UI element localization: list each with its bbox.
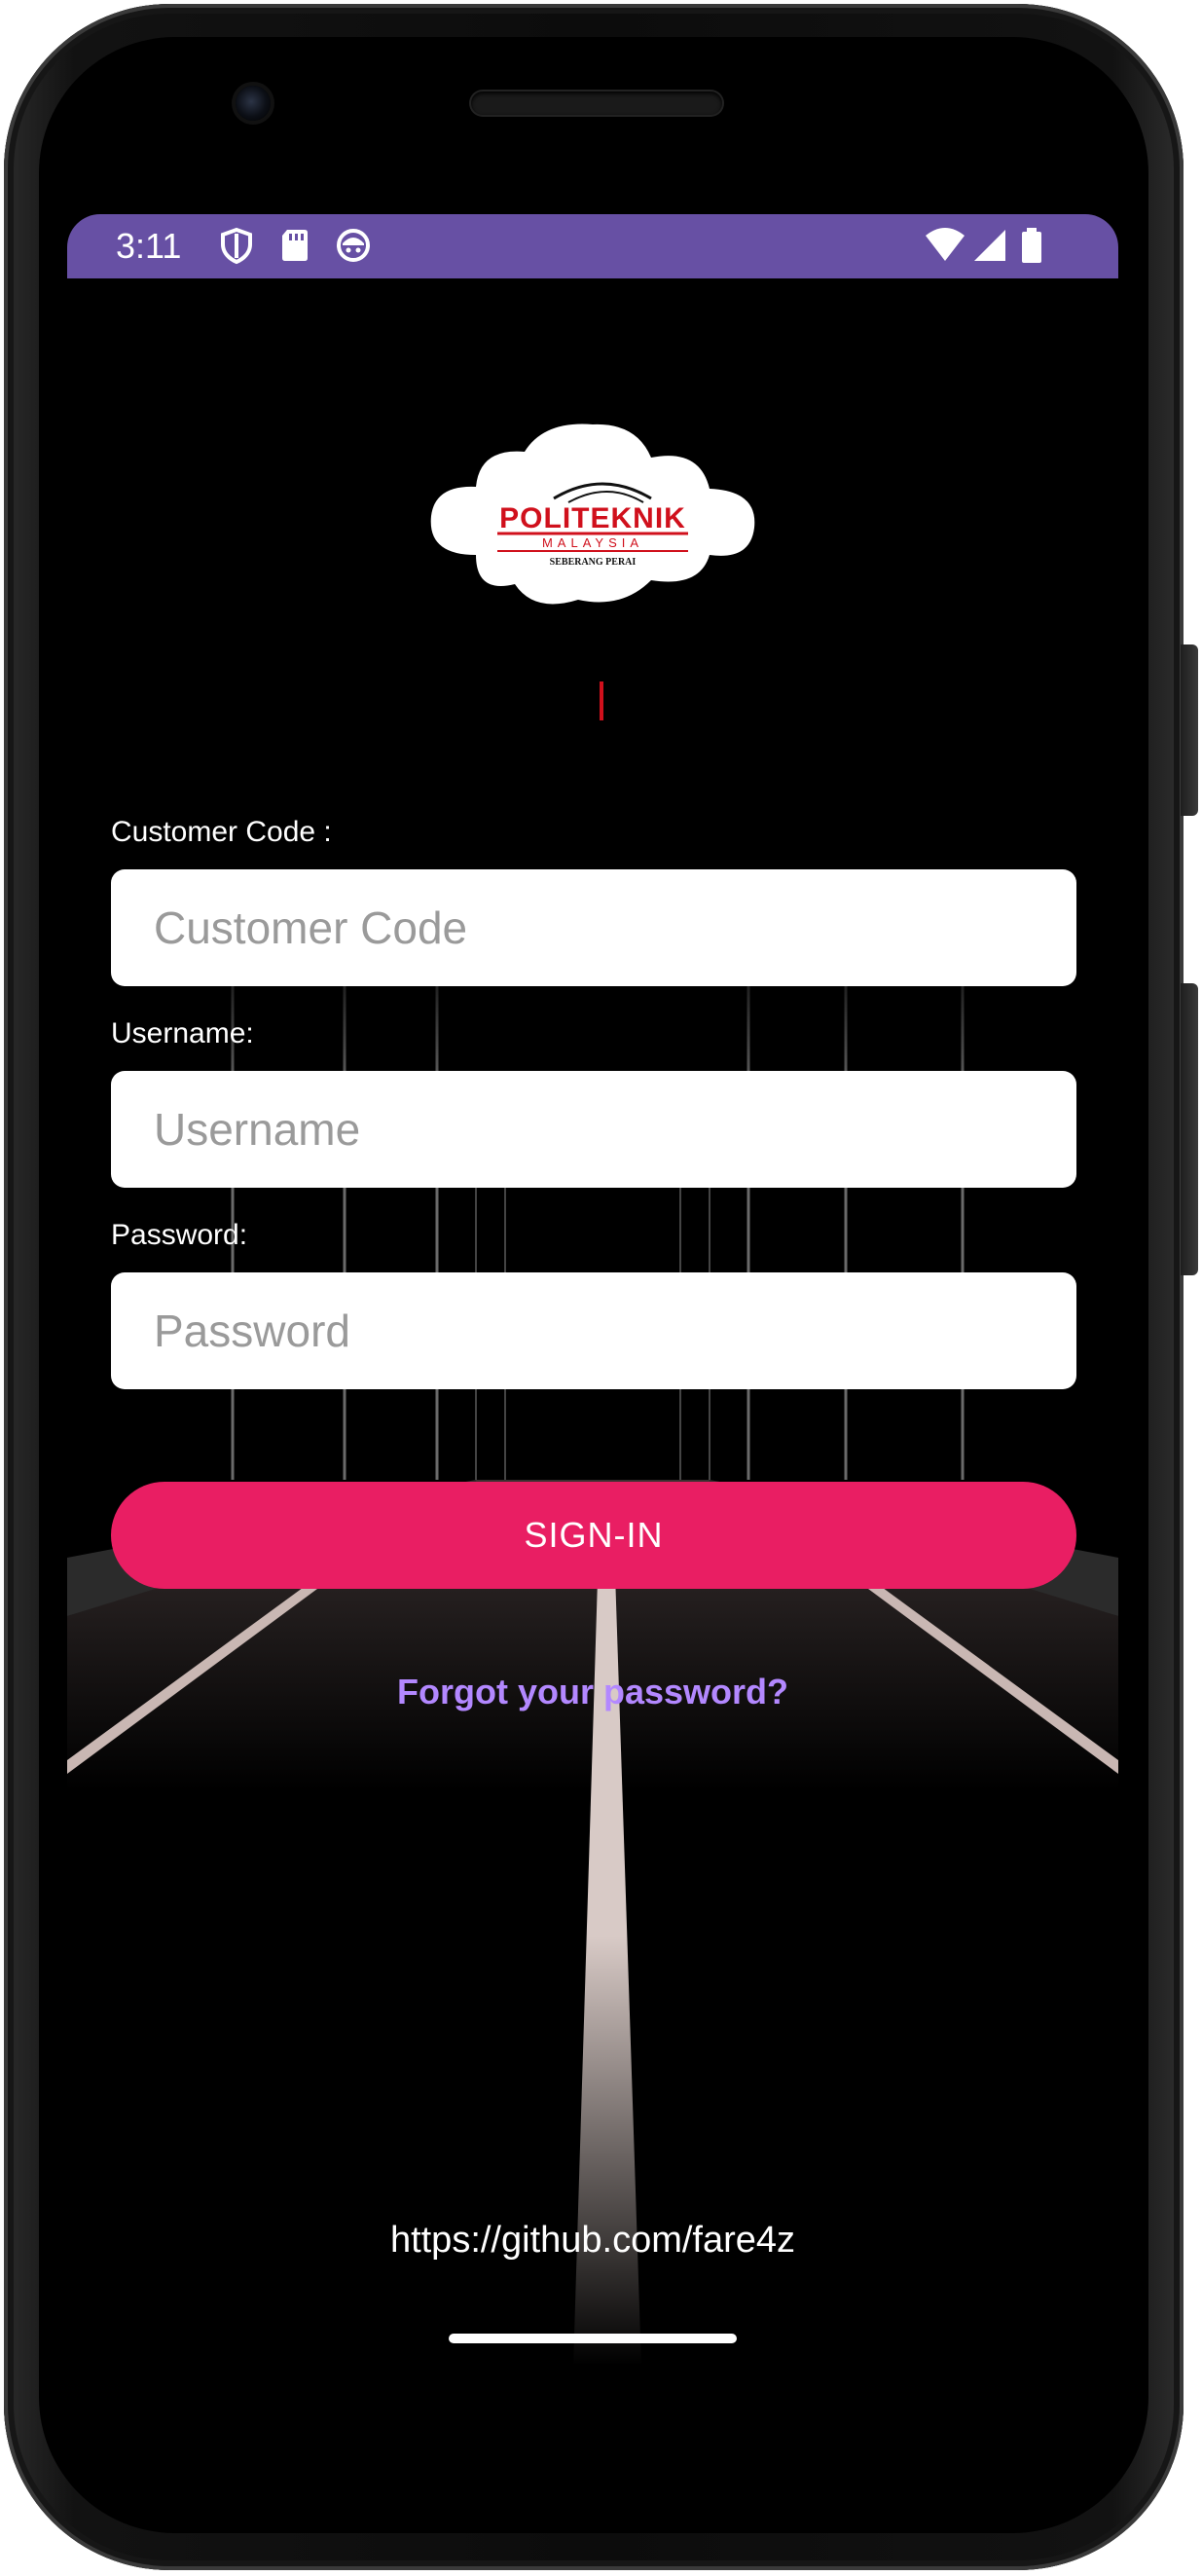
app-screen: 3:11 POLITEKNIK MALAYSIA SEBERANG PERAI … (67, 214, 1118, 2364)
sd-card-icon (282, 230, 308, 261)
politeknik-logo: POLITEKNIK MALAYSIA SEBERANG PERAI (430, 423, 755, 605)
phone-frame: 3:11 POLITEKNIK MALAYSIA SEBERANG PERAI … (0, 0, 1202, 2576)
signal-icon (974, 230, 1005, 261)
earpiece-speaker (471, 92, 722, 115)
sign-in-button[interactable]: SIGN-IN (111, 1482, 1076, 1589)
password-label: Password: (111, 1219, 248, 1251)
face-icon (337, 229, 370, 262)
status-time: 3:11 (116, 226, 182, 266)
username-input[interactable] (111, 1071, 1076, 1188)
logo-brand-text: POLITEKNIK (499, 502, 686, 534)
logo-campus-text: SEBERANG PERAI (550, 557, 637, 568)
customer-code-input[interactable] (111, 869, 1076, 986)
volume-button (1181, 983, 1198, 1275)
status-bar: 3:11 (67, 214, 1118, 278)
logo-country-text: MALAYSIA (542, 535, 643, 550)
footer-github-link[interactable]: https://github.com/fare4z (67, 2220, 1118, 2262)
power-button (1181, 644, 1198, 816)
customer-code-label: Customer Code : (111, 816, 332, 848)
username-label: Username: (111, 1017, 254, 1049)
battery-icon (1022, 228, 1041, 263)
home-indicator[interactable] (449, 2334, 737, 2343)
text-cursor-mark (600, 681, 603, 720)
forgot-password-link[interactable]: Forgot your password? (67, 1672, 1118, 1712)
password-input[interactable] (111, 1272, 1076, 1389)
front-camera (236, 86, 271, 121)
shield-icon (221, 227, 252, 265)
wifi-icon (926, 228, 965, 261)
